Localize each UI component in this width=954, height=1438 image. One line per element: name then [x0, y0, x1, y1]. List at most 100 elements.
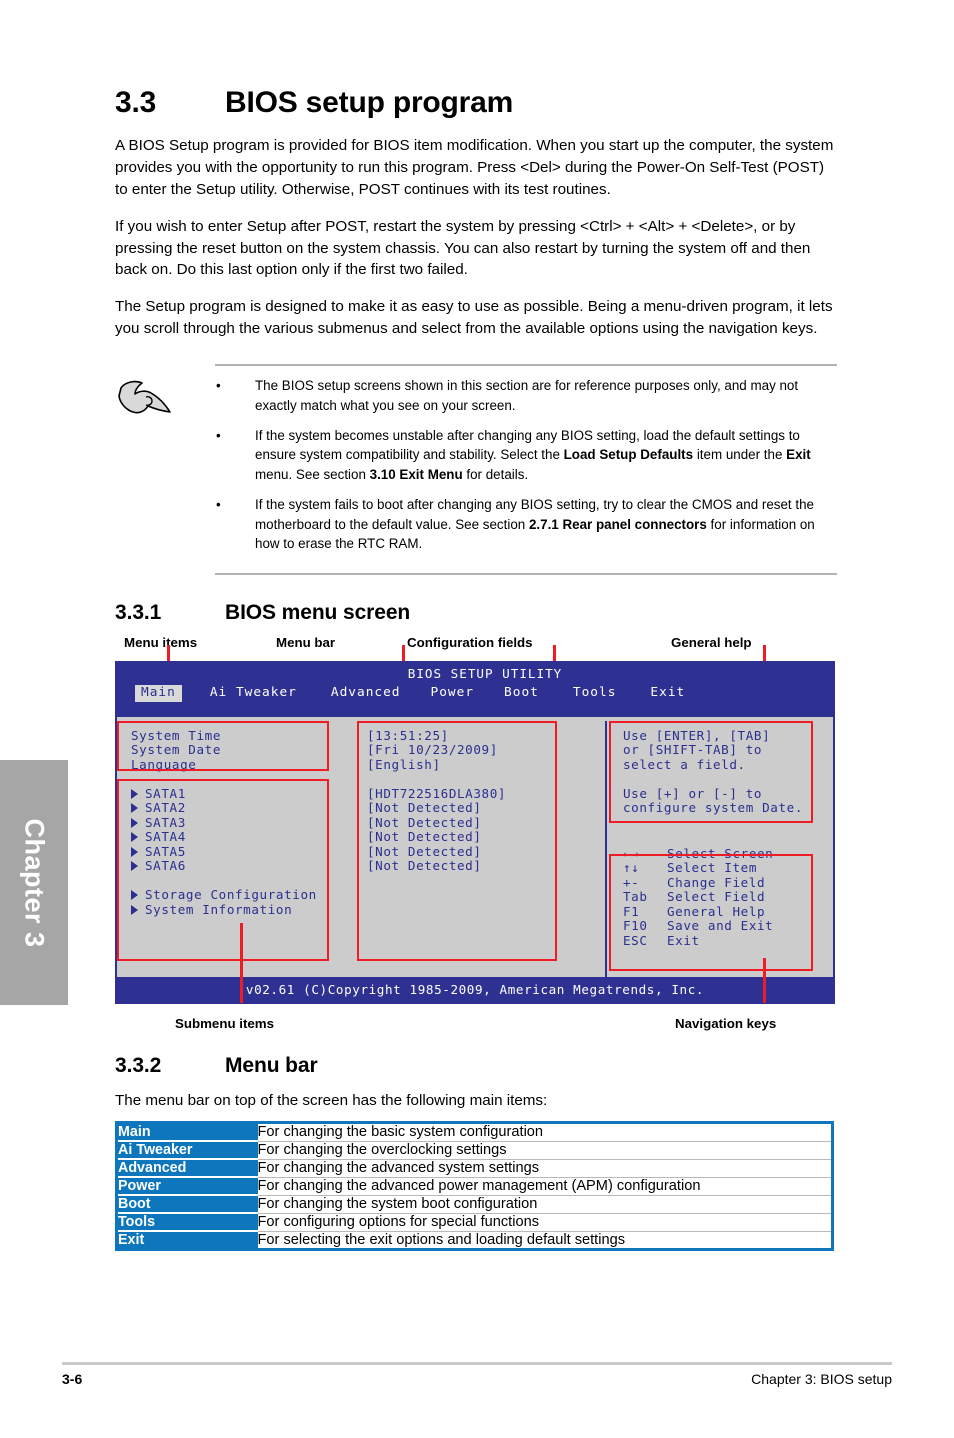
bios-config-field[interactable]: [Not Detected] [357, 815, 605, 831]
bios-general-help-line: Use [+] or [-] to [623, 785, 763, 801]
bios-nav-action: Change Field [667, 874, 766, 890]
bios-config-field[interactable]: [Not Detected] [357, 801, 605, 816]
bios-tab-main[interactable]: Main [135, 685, 182, 702]
bios-tab-exit[interactable]: Exit [644, 685, 691, 702]
bios-submenu-item-sata5[interactable]: SATA5 [131, 844, 357, 860]
bios-tab-boot[interactable]: Boot [498, 685, 545, 702]
note-list: • The BIOS setup screens shown in this s… [215, 376, 837, 565]
bios-config-field[interactable]: [HDT722516DLA380] [357, 786, 605, 802]
bios-submenu-item-sata2[interactable]: SATA2 [131, 801, 357, 816]
subsection-331-heading: 3.3.1 BIOS menu screen [115, 601, 837, 625]
bios-nav-key: F10 [623, 918, 648, 934]
pointing-hand-icon [115, 376, 215, 565]
bios-submenu-label: Storage Configuration [145, 887, 317, 903]
menu-desc-main: For changing the basic system configurat… [257, 1122, 833, 1142]
submenu-arrow-icon [131, 832, 138, 843]
callout-menu-items: Menu items [124, 634, 198, 650]
bios-tab-tools[interactable]: Tools [567, 685, 623, 702]
table-row: Main For changing the basic system confi… [116, 1122, 833, 1143]
table-row: Advanced For changing the advanced syste… [116, 1159, 833, 1179]
bios-config-field[interactable]: [English] [357, 757, 605, 773]
bios-submenu-item-system-information[interactable]: System Information [131, 902, 357, 918]
note-item: • If the system becomes unstable after c… [215, 426, 837, 484]
note-bottom-rule [215, 572, 837, 575]
bios-callouts-bottom: Submenu items Navigation keys [115, 1016, 837, 1040]
bios-nav-key: +- [623, 874, 640, 890]
bios-nav-key-row: ESC Exit [615, 932, 831, 949]
menu-desc-ai-tweaker: For changing the overclocking settings [257, 1141, 833, 1160]
bios-config-field[interactable]: [Fri 10/23/2009] [357, 743, 605, 758]
note-item: • The BIOS setup screens shown in this s… [215, 376, 837, 415]
bios-nav-key: F1 [623, 903, 640, 919]
bios-menu-item[interactable]: Language [131, 757, 357, 773]
bios-menu-item[interactable]: System Time [131, 728, 357, 744]
bios-config-field[interactable]: [13:51:25] [357, 728, 605, 744]
bios-menu-items-column: System Time System Date Language SATA1 S… [117, 720, 357, 977]
bios-nav-action: Select Screen [667, 845, 774, 861]
bios-submenu-label: SATA3 [145, 814, 186, 830]
bios-submenu-item-storage-configuration[interactable]: Storage Configuration [131, 888, 357, 903]
chapter-side-tab-label: Chapter 3 [19, 817, 50, 948]
bios-header: BIOS SETUP UTILITY Main Ai Tweaker Advan… [117, 662, 833, 715]
bios-general-help-line: configure system Date. [623, 800, 804, 816]
document-page: Chapter 3 3.3 BIOS setup program A BIOS … [0, 0, 954, 1438]
bios-tab-power[interactable]: Power [425, 685, 481, 702]
bios-submenu-item-sata1[interactable]: SATA1 [131, 785, 357, 802]
bios-menu-bar: Main Ai Tweaker Advanced Power Boot Tool… [117, 685, 833, 702]
bios-window: BIOS SETUP UTILITY Main Ai Tweaker Advan… [115, 660, 835, 1005]
bios-screenshot: BIOS SETUP UTILITY Main Ai Tweaker Advan… [115, 644, 837, 1005]
bios-submenu-item-sata4[interactable]: SATA4 [131, 830, 357, 845]
bios-nav-action: Exit [667, 932, 700, 948]
menu-desc-exit: For selecting the exit options and loadi… [257, 1231, 833, 1250]
table-row: Exit For selecting the exit options and … [116, 1231, 833, 1250]
submenu-arrow-icon [131, 861, 138, 872]
bios-utility-title: BIOS SETUP UTILITY [407, 665, 563, 681]
note-item: • If the system fails to boot after chan… [215, 495, 837, 553]
bios-submenu-label: SATA1 [145, 785, 186, 801]
bios-nav-key-row: +- Change Field [615, 874, 831, 891]
submenu-arrow-icon [131, 904, 138, 915]
table-row: Boot For changing the system boot config… [116, 1195, 833, 1215]
bios-general-help-line: select a field. [623, 756, 746, 772]
bios-general-help-line: Use [ENTER], [TAB] [623, 727, 771, 743]
bios-callouts-top: Menu items Menu bar Configuration fields… [115, 635, 837, 661]
bios-body: System Time System Date Language SATA1 S… [117, 714, 833, 977]
bios-submenu-label: SATA2 [145, 800, 186, 816]
subsection-332-heading: 3.3.2 Menu bar [115, 1054, 837, 1078]
bios-nav-action: Select Item [667, 860, 758, 876]
bios-nav-action: General Help [667, 903, 766, 919]
bios-config-field[interactable]: [Not Detected] [357, 830, 605, 845]
page-title: 3.3 BIOS setup program [115, 86, 837, 120]
page-content: 3.3 BIOS setup program A BIOS Setup prog… [115, 0, 837, 1252]
bios-tab-advanced[interactable]: Advanced [325, 685, 407, 702]
bios-tab-ai-tweaker[interactable]: Ai Tweaker [204, 685, 303, 702]
subsection-332-number: 3.3.2 [115, 1054, 162, 1078]
bios-help-column: Use [ENTER], [TAB] or [SHIFT-TAB] to sel… [605, 720, 831, 977]
menu-desc-power: For changing the advanced power manageme… [257, 1177, 833, 1196]
bios-submenu-item-sata6[interactable]: SATA6 [131, 859, 357, 874]
note-item-text: The BIOS setup screens shown in this sec… [255, 378, 799, 413]
bios-nav-key: ↑↓ [623, 860, 640, 876]
subsection-331-title: BIOS menu screen [225, 600, 411, 624]
menu-desc-advanced: For changing the advanced system setting… [257, 1159, 833, 1178]
callout-submenu-items: Submenu items [175, 1016, 275, 1032]
bios-menu-item[interactable]: System Date [131, 743, 357, 758]
note-item-text: If the system becomes unstable after cha… [255, 428, 811, 482]
bios-submenu-label: SATA4 [145, 829, 186, 845]
note-bullet: • [216, 497, 221, 513]
submenu-arrow-icon [131, 788, 138, 799]
table-row: Ai Tweaker For changing the overclocking… [116, 1141, 833, 1161]
note-bullet: • [216, 428, 221, 443]
intro-paragraph-3: The Setup program is designed to make it… [115, 298, 833, 338]
menu-key-exit: Exit [116, 1231, 258, 1250]
callout-menu-bar: Menu bar [276, 634, 336, 650]
table-row: Power For changing the advanced power ma… [116, 1177, 833, 1197]
subsection-332-title: Menu bar [225, 1054, 318, 1078]
menu-key-tools: Tools [116, 1213, 258, 1233]
bios-config-field[interactable]: [Not Detected] [357, 859, 605, 874]
submenu-arrow-icon [131, 846, 138, 857]
submenu-arrow-icon [131, 890, 138, 901]
footer-chapter-label: Chapter 3: BIOS setup [751, 1371, 892, 1387]
bios-config-field[interactable]: [Not Detected] [357, 844, 605, 860]
bios-submenu-item-sata3[interactable]: SATA3 [131, 814, 357, 831]
